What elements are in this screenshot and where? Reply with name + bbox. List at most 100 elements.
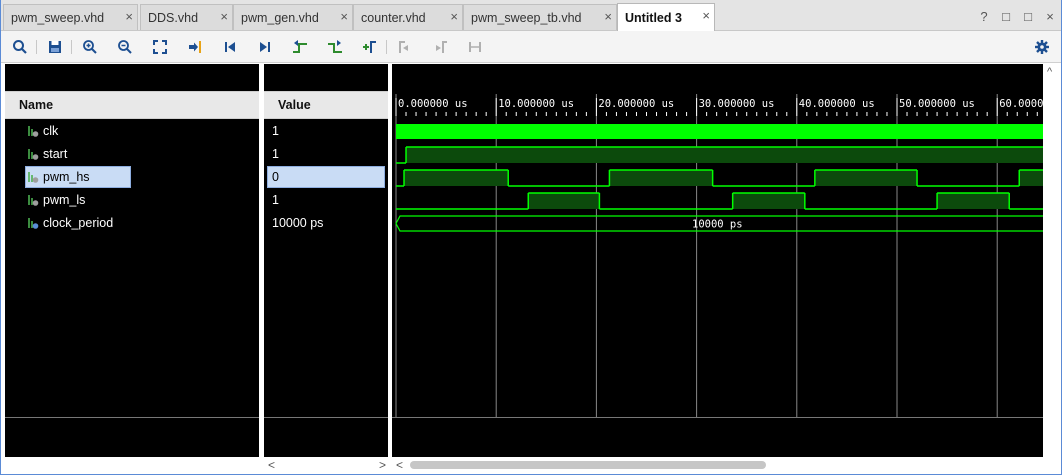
signal-row-pwm-hs[interactable]: pwm_hs — [5, 166, 259, 189]
toolbar-separator — [71, 40, 72, 54]
restore-icon[interactable]: □ — [1000, 9, 1012, 24]
signal-value: 1 — [272, 147, 279, 161]
clock-period-bus-label: 10000 ps — [692, 219, 743, 231]
go-to-cursor-icon[interactable] — [185, 37, 205, 57]
tab-pwm-sweep-tb-vhd[interactable]: pwm_sweep_tb.vhd × — [463, 4, 617, 30]
signal-name: pwm_ls — [43, 193, 86, 207]
tab-untitled-3[interactable]: Untitled 3 × — [617, 3, 715, 31]
value-panel-scrollbar[interactable]: < > — [264, 457, 392, 474]
time-tick-label: 40.000000 us — [799, 98, 875, 110]
tab-pwm-gen-vhd[interactable]: pwm_gen.vhd × — [233, 4, 353, 30]
logic-signal-icon — [28, 172, 39, 183]
tab-pwm-sweep-vhd[interactable]: pwm_sweep.vhd × — [3, 4, 138, 30]
next-transition-icon[interactable] — [325, 37, 345, 57]
pwm_ls-high-fill — [937, 193, 1010, 209]
time-tick-label: 10.000000 us — [498, 98, 574, 110]
waveform-canvas[interactable]: 0.000000 us 10.000000 us 20.000000 us 30.00… — [392, 64, 1043, 457]
close-icon[interactable]: × — [125, 9, 133, 24]
panel-divider — [5, 417, 259, 418]
panel-divider — [264, 417, 388, 418]
time-tick-label: 0.000000 us — [398, 98, 468, 110]
start-high-fill — [406, 147, 1043, 163]
previous-marker-icon[interactable] — [395, 37, 415, 57]
maximize-icon[interactable]: □ — [1022, 9, 1034, 24]
tab-dds-vhd[interactable]: DDS.vhd × — [140, 4, 233, 30]
logic-signal-icon — [28, 195, 39, 206]
time-tick-label: 20.000000 us — [598, 98, 674, 110]
zoom-out-icon[interactable] — [115, 37, 135, 57]
value-row-clock-period[interactable]: 10000 ps — [264, 212, 388, 235]
pwm_hs-high-fill — [404, 170, 509, 186]
close-icon[interactable]: × — [702, 8, 710, 23]
pwm_hs-high-fill — [1019, 170, 1043, 186]
name-column-header[interactable]: Name — [5, 91, 259, 119]
time-tick-label: 30.000000 us — [699, 98, 775, 110]
value-row-pwm-hs[interactable]: 0 — [264, 166, 388, 189]
value-column-header[interactable]: Value — [264, 91, 388, 119]
logic-signal-icon — [28, 149, 39, 160]
zoom-in-icon[interactable] — [80, 37, 100, 57]
previous-transition-icon[interactable] — [290, 37, 310, 57]
value-row-clk[interactable]: 1 — [264, 120, 388, 143]
signal-name: clk — [43, 124, 59, 138]
time-tick-label: 60.000000 us — [999, 98, 1043, 110]
signal-value: 1 — [272, 193, 279, 207]
signal-name: pwm_hs — [43, 170, 90, 184]
close-icon[interactable]: × — [340, 9, 348, 24]
next-marker-icon[interactable] — [430, 37, 450, 57]
save-icon[interactable] — [45, 37, 65, 57]
signal-value: 1 — [272, 124, 279, 138]
signal-name-panel: Name clk start pwm_hs pwm_ls clock_period — [5, 64, 259, 474]
pwm_ls-high-fill — [528, 193, 600, 209]
tab-label: Untitled 3 — [625, 10, 682, 25]
signal-value-panel: Value 1 1 0 1 10000 ps — [264, 64, 388, 459]
signal-row-pwm-ls[interactable]: pwm_ls — [5, 189, 259, 212]
tab-counter-vhd[interactable]: counter.vhd × — [353, 4, 463, 30]
waveform-window: pwm_sweep.vhd × DDS.vhd × pwm_gen.vhd × … — [0, 0, 1062, 475]
signal-row-clock-period[interactable]: clock_period — [5, 212, 259, 235]
close-window-icon[interactable]: × — [1044, 9, 1056, 24]
add-marker-icon[interactable] — [360, 37, 380, 57]
help-icon[interactable]: ? — [978, 9, 990, 24]
toolbar-separator — [36, 40, 37, 54]
scroll-left-icon[interactable]: < — [396, 458, 403, 472]
signal-row-clk[interactable]: clk — [5, 120, 259, 143]
signal-row-start[interactable]: start — [5, 143, 259, 166]
signal-name: start — [43, 147, 68, 161]
vertical-scrollbar[interactable]: ^ — [1044, 64, 1061, 457]
name-panel-footer — [5, 457, 259, 474]
close-icon[interactable]: × — [604, 9, 612, 24]
close-icon[interactable]: × — [450, 9, 458, 24]
editor-tab-bar: pwm_sweep.vhd × DDS.vhd × pwm_gen.vhd × … — [1, 0, 1061, 31]
waveform-toolbar — [1, 31, 1061, 63]
pwm_hs-high-fill — [814, 170, 918, 186]
signal-value: 0 — [272, 170, 279, 184]
go-to-end-icon[interactable] — [255, 37, 275, 57]
tab-label: pwm_gen.vhd — [241, 10, 319, 25]
pwm_hs-high-fill — [609, 170, 713, 186]
go-to-start-icon[interactable] — [220, 37, 240, 57]
toolbar-separator — [386, 40, 387, 54]
search-icon[interactable] — [10, 37, 30, 57]
value-row-pwm-ls[interactable]: 1 — [264, 189, 388, 212]
tab-label: DDS.vhd — [148, 10, 199, 25]
logic-signal-icon — [28, 126, 39, 137]
tab-label: pwm_sweep.vhd — [11, 10, 105, 25]
zoom-fit-icon[interactable] — [150, 37, 170, 57]
time-tick-label: 50.000000 us — [899, 98, 975, 110]
value-row-start[interactable]: 1 — [264, 143, 388, 166]
scrollbar-thumb[interactable] — [410, 461, 766, 469]
close-icon[interactable]: × — [220, 9, 228, 24]
scroll-left-icon[interactable]: < — [268, 458, 275, 472]
scroll-up-icon[interactable]: ^ — [1047, 66, 1052, 78]
clk-waveform — [396, 124, 1043, 139]
time-signal-icon — [28, 218, 39, 229]
horizontal-scrollbar[interactable]: < — [392, 457, 1044, 474]
swap-cursors-icon[interactable] — [465, 37, 485, 57]
selection-highlight — [267, 166, 385, 188]
signal-name: clock_period — [43, 216, 114, 230]
tab-label: counter.vhd — [361, 10, 426, 25]
scroll-right-icon[interactable]: > — [379, 458, 386, 472]
pwm_ls-high-fill — [732, 193, 805, 209]
settings-gear-icon[interactable] — [1032, 37, 1052, 57]
